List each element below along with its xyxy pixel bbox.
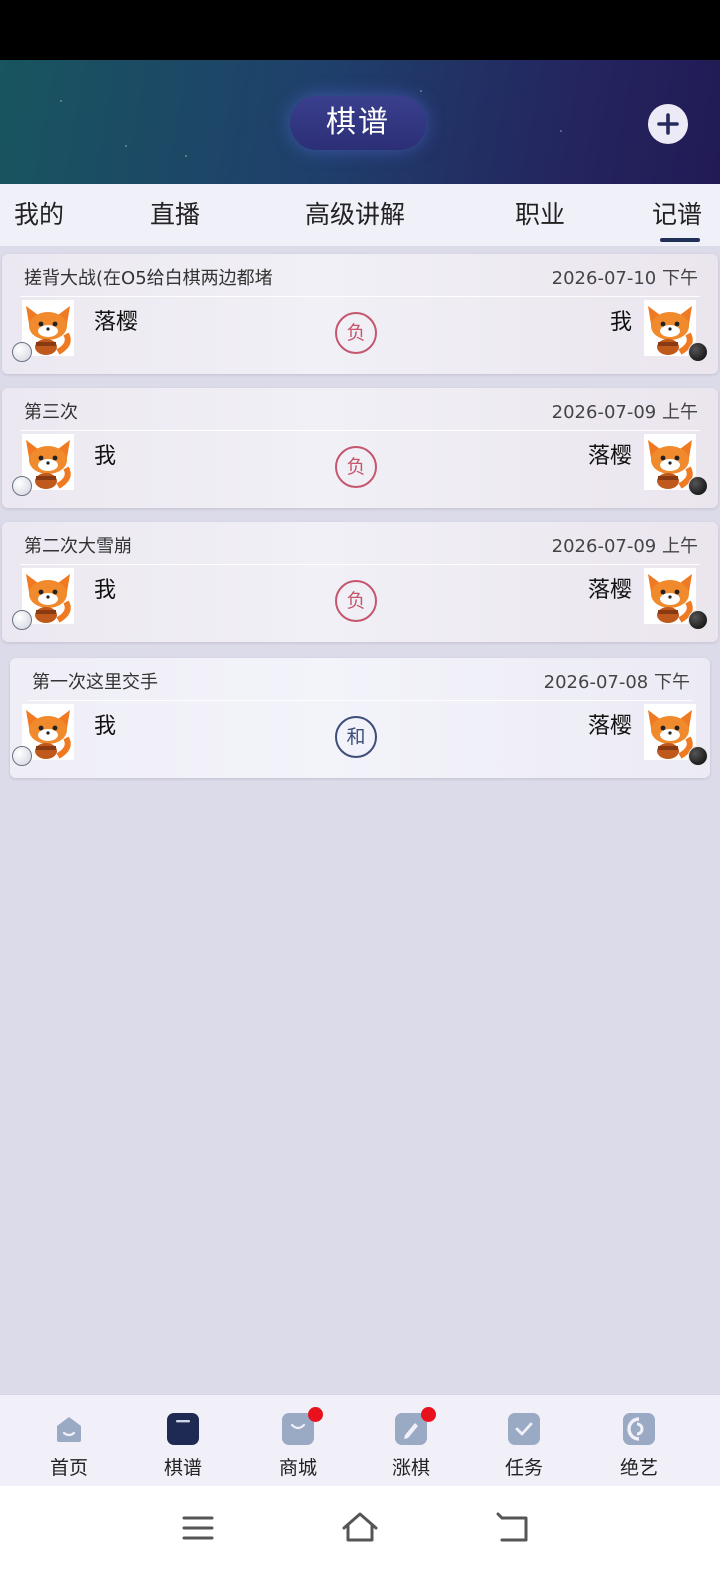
bottom-navigation: 首页 棋谱 商城 涨棋 任务 绝艺: [0, 1394, 720, 1486]
notification-dot: [421, 1407, 436, 1422]
record-date: 2026-07-09 上午: [551, 402, 698, 423]
nav-label: 首页: [49, 1457, 88, 1479]
decor-star: [60, 100, 62, 102]
decor-star: [560, 130, 562, 132]
checklist-icon: [508, 1413, 540, 1445]
category-tabs: 我的 直播 高级讲解 职业 记谱: [0, 184, 720, 246]
nav-records[interactable]: 棋谱: [133, 1395, 233, 1487]
tab-mine[interactable]: 我的: [14, 184, 64, 246]
left-player-name: 我: [94, 444, 117, 469]
nav-label: 绝艺: [619, 1457, 658, 1479]
jueyi-logo-icon: [623, 1413, 655, 1445]
right-player-name: 落樱: [587, 444, 632, 469]
nav-label: 任务: [504, 1457, 543, 1479]
home-icon: [57, 1417, 81, 1442]
record-title: 第二次大雪崩: [24, 536, 132, 557]
menu-icon[interactable]: [182, 1514, 214, 1542]
result-badge: 负: [335, 312, 377, 354]
white-stone-icon: [12, 476, 32, 496]
tab-professional[interactable]: 职业: [515, 184, 565, 246]
right-player-name: 落樱: [587, 714, 632, 739]
tab-advanced-commentary[interactable]: 高级讲解: [305, 184, 405, 246]
nav-improve[interactable]: 涨棋: [361, 1395, 461, 1487]
result-badge: 和: [335, 716, 377, 758]
nav-label: 商城: [278, 1457, 317, 1479]
book-icon: [167, 1413, 199, 1445]
system-navigation-bar: [0, 1486, 720, 1592]
decor-star: [185, 155, 187, 157]
record-date: 2026-07-09 上午: [551, 536, 698, 557]
nav-tasks[interactable]: 任务: [474, 1395, 574, 1487]
right-player-name: 落樱: [587, 578, 632, 603]
nav-jueyi[interactable]: 绝艺: [589, 1395, 689, 1487]
tab-live[interactable]: 直播: [150, 184, 200, 246]
record-card[interactable]: 第一次这里交手 2026-07-08 下午 我 和 落樱: [10, 658, 710, 778]
plus-icon: [657, 113, 679, 135]
nav-shop[interactable]: 商城: [248, 1395, 348, 1487]
left-player-name: 落樱: [94, 310, 139, 335]
status-bar: [0, 0, 720, 60]
active-tab-indicator: [660, 238, 700, 242]
record-card[interactable]: 第二次大雪崩 2026-07-09 上午 我 负 落樱: [2, 522, 718, 642]
record-title: 第三次: [24, 402, 78, 423]
left-player-name: 我: [94, 578, 117, 603]
black-stone-icon: [688, 476, 708, 496]
record-card[interactable]: 第三次 2026-07-09 上午 我 负 落樱: [2, 388, 718, 508]
right-player-name: 我: [609, 310, 632, 335]
nav-label: 涨棋: [391, 1457, 430, 1479]
decor-star: [125, 145, 127, 147]
left-player-name: 我: [94, 714, 117, 739]
divider: [20, 564, 700, 565]
record-date: 2026-07-10 下午: [551, 268, 698, 289]
record-title: 搓背大战(在O5给白棋两边都堵: [24, 268, 273, 289]
divider: [28, 700, 692, 701]
decor-star: [420, 90, 422, 92]
white-stone-icon: [12, 746, 32, 766]
nav-label: 棋谱: [163, 1457, 202, 1479]
black-stone-icon: [688, 610, 708, 630]
back-icon[interactable]: [496, 1512, 530, 1544]
black-stone-icon: [688, 746, 708, 766]
white-stone-icon: [12, 610, 32, 630]
result-badge: 负: [335, 580, 377, 622]
white-stone-icon: [12, 342, 32, 362]
app-header: 棋谱: [0, 60, 720, 184]
record-title: 第一次这里交手: [32, 672, 158, 693]
record-date: 2026-07-08 下午: [543, 672, 690, 693]
divider: [20, 296, 700, 297]
home-icon[interactable]: [340, 1510, 380, 1544]
black-stone-icon: [688, 342, 708, 362]
nav-home[interactable]: 首页: [19, 1395, 119, 1487]
divider: [20, 430, 700, 431]
add-record-button[interactable]: [648, 104, 688, 144]
result-badge: 负: [335, 446, 377, 488]
page-title: 棋谱: [290, 96, 426, 150]
notification-dot: [308, 1407, 323, 1422]
tab-record[interactable]: 记谱: [652, 184, 702, 246]
record-card[interactable]: 搓背大战(在O5给白棋两边都堵 2026-07-10 下午 落樱 负 我: [2, 254, 718, 374]
